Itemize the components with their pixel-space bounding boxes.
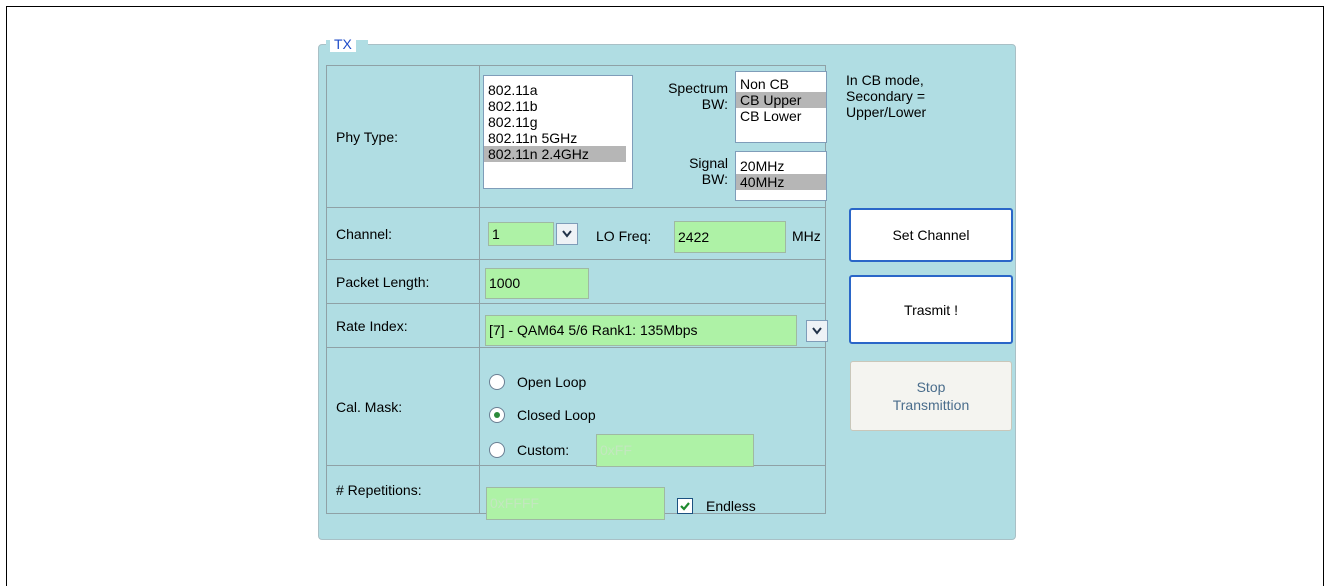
set-channel-button[interactable]: Set Channel: [849, 208, 1013, 262]
chevron-down-icon: [812, 327, 822, 335]
endless-checkbox[interactable]: [677, 498, 693, 514]
repetitions-input[interactable]: 0xFFFF: [486, 487, 665, 520]
channel-combo[interactable]: 1: [488, 222, 554, 246]
signal-bw-label-line1: Signal: [689, 155, 728, 171]
signal-bw-listbox[interactable]: 20MHz 40MHz: [735, 151, 827, 201]
phy-item[interactable]: 802.11b: [484, 98, 632, 114]
chevron-down-icon: [562, 230, 572, 238]
open-loop-radio[interactable]: [489, 374, 505, 390]
stop-button-line1: Stop: [916, 379, 946, 395]
spectrum-bw-label-line1: Spectrum: [668, 80, 728, 96]
custom-radio[interactable]: [489, 442, 505, 458]
rate-index-combo[interactable]: [7] - QAM64 5/6 Rank1: 135Mbps: [485, 315, 797, 346]
transmit-button[interactable]: Trasmit !: [849, 275, 1013, 344]
signal-bw-item[interactable]: 20MHz: [736, 158, 826, 174]
checkmark-icon: [680, 502, 690, 511]
cal-mask-label: Cal. Mask:: [326, 347, 480, 466]
stop-button-line2: Transmittion: [892, 397, 970, 413]
packet-length-input[interactable]: 1000: [485, 268, 589, 299]
spectrum-bw-label-line2: BW:: [701, 96, 728, 112]
spectrum-bw-listbox[interactable]: Non CB CB Upper CB Lower: [735, 71, 827, 143]
closed-loop-radio[interactable]: [489, 407, 505, 423]
spectrum-bw-item-selected[interactable]: CB Upper: [736, 92, 826, 108]
phy-item[interactable]: 802.11a: [484, 82, 632, 98]
phy-type-label: Phy Type:: [326, 65, 480, 208]
closed-loop-label[interactable]: Closed Loop: [517, 407, 596, 423]
stop-transmission-button[interactable]: Stop Transmittion: [850, 361, 1012, 431]
group-title: TX: [330, 36, 356, 52]
signal-bw-label: Signal BW:: [640, 155, 728, 187]
open-loop-label[interactable]: Open Loop: [517, 374, 586, 390]
note-line: Secondary =: [846, 88, 925, 104]
phy-type-listbox[interactable]: 802.11a 802.11b 802.11g 802.11n 5GHz 802…: [483, 75, 633, 189]
note-line: In CB mode,: [846, 72, 924, 88]
packet-length-label: Packet Length:: [326, 259, 480, 304]
channel-dropdown-button[interactable]: [556, 223, 578, 245]
spectrum-bw-label: Spectrum BW:: [640, 80, 728, 112]
spectrum-bw-item[interactable]: CB Lower: [736, 108, 826, 124]
phy-item[interactable]: 802.11g: [484, 114, 632, 130]
spectrum-bw-item[interactable]: Non CB: [736, 76, 826, 92]
phy-item[interactable]: 802.11n 5GHz: [484, 130, 632, 146]
signal-bw-label-line2: BW:: [701, 171, 728, 187]
lo-freq-unit: MHz: [792, 228, 821, 244]
repetitions-label: # Repetitions:: [326, 465, 480, 514]
custom-mask-input[interactable]: 0xFF: [596, 434, 754, 467]
endless-label[interactable]: Endless: [706, 498, 756, 514]
cb-mode-note: In CB mode, Secondary = Upper/Lower: [846, 72, 1006, 120]
note-line: Upper/Lower: [846, 104, 927, 120]
rate-index-label: Rate Index:: [326, 303, 480, 348]
channel-label: Channel:: [326, 207, 480, 260]
signal-bw-item-selected[interactable]: 40MHz: [736, 174, 826, 190]
custom-label[interactable]: Custom:: [517, 442, 569, 458]
lo-freq-input[interactable]: 2422: [674, 221, 786, 253]
rate-index-dropdown-button[interactable]: [806, 320, 828, 342]
phy-item-selected[interactable]: 802.11n 2.4GHz: [484, 146, 626, 162]
lo-freq-label: LO Freq:: [596, 228, 652, 244]
